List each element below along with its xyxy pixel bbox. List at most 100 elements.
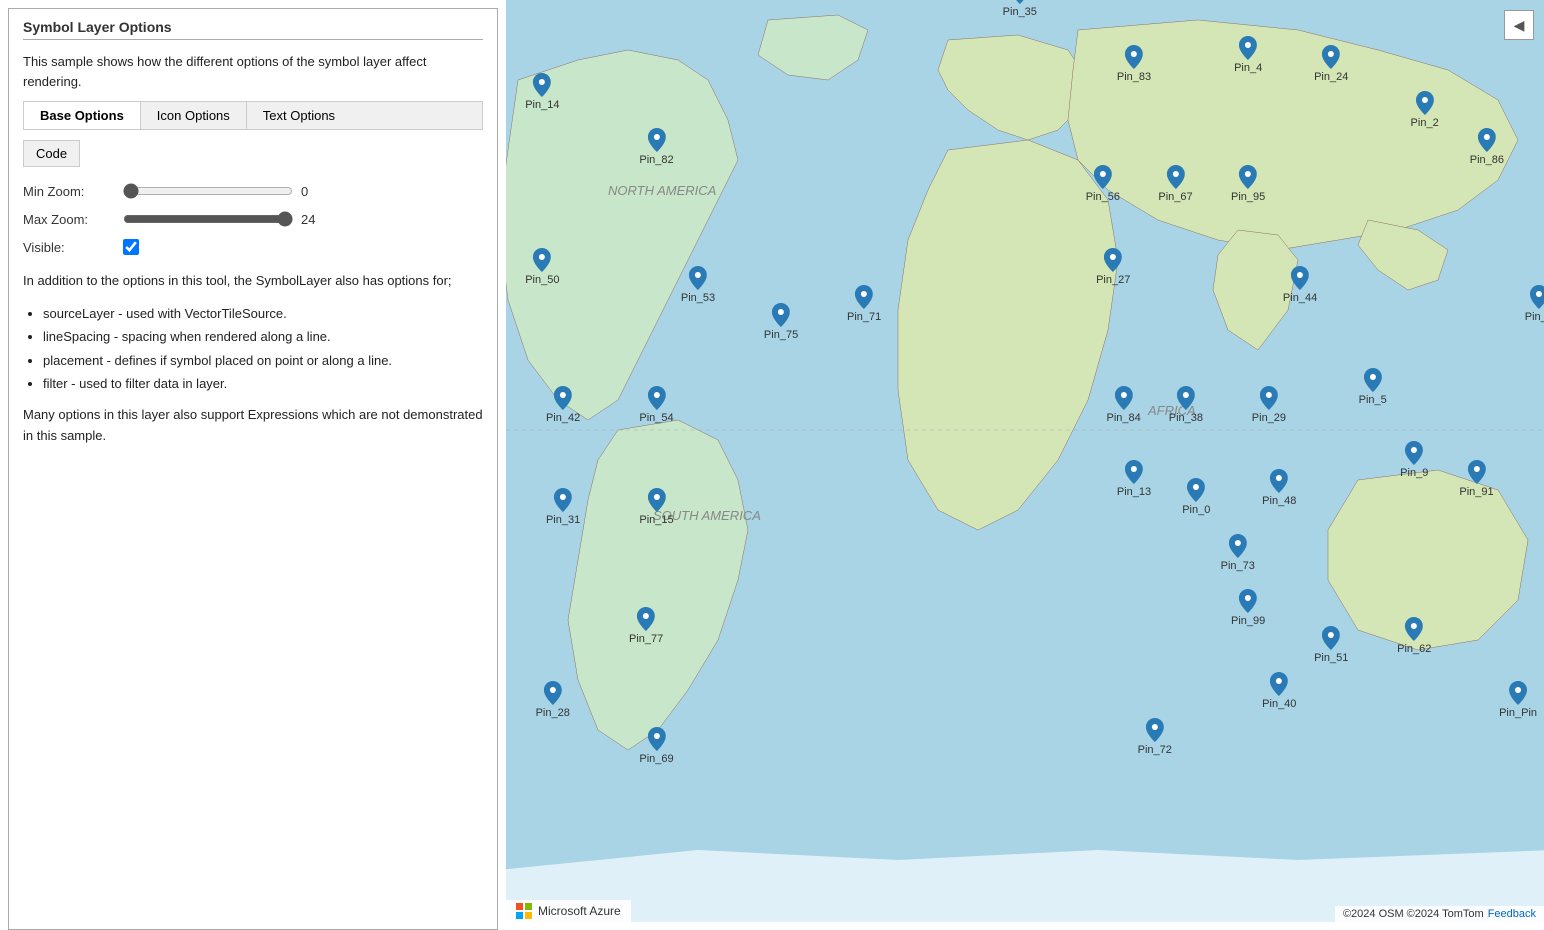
pin-icon: [1291, 266, 1309, 290]
pin-marker: Pin_67: [1158, 165, 1192, 203]
code-tab[interactable]: Code: [23, 140, 80, 167]
map-back-button[interactable]: ◀: [1504, 10, 1534, 40]
pin-label: Pin_15: [639, 514, 673, 526]
pin-marker: Pin_13: [1117, 460, 1151, 498]
info-list: sourceLayer - used with VectorTileSource…: [23, 302, 483, 396]
pin-icon: [1405, 441, 1423, 465]
azure-logo: Microsoft Azure: [506, 900, 631, 922]
pin-label: Pin_42: [546, 412, 580, 424]
pin-label: Pin_82: [639, 154, 673, 166]
pin-icon: [1405, 617, 1423, 641]
pin-label: Pin_67: [1158, 191, 1192, 203]
pin-label: Pin_56: [1086, 191, 1120, 203]
pin-marker: Pin_53: [681, 266, 715, 304]
pin-marker: Pin_75: [764, 303, 798, 341]
pin-label: Pin_0: [1182, 504, 1210, 516]
min-zoom-slider-container: 0: [123, 183, 325, 199]
pin-label: Pin_4: [1234, 62, 1262, 74]
max-zoom-value: 24: [301, 212, 325, 227]
pin-icon: [1478, 128, 1496, 152]
pin-icon: [637, 607, 655, 631]
pin-icon: [1509, 681, 1527, 705]
azure-squares-icon: [516, 903, 532, 919]
pin-marker: Pin_28: [536, 681, 570, 719]
tab-text-options[interactable]: Text Options: [247, 102, 351, 129]
pin-icon: [1270, 672, 1288, 696]
map-attribution: ©2024 OSM ©2024 TomTom Feedback: [1335, 906, 1544, 922]
controls-section: Min Zoom: 0 Max Zoom: 24 Visible:: [23, 177, 483, 261]
visible-row: Visible:: [23, 239, 483, 255]
pin-marker: Pin_84: [1106, 386, 1140, 424]
pin-icon: [1322, 45, 1340, 69]
pin-marker: Pin_24: [1314, 45, 1348, 83]
pin-label: Pin_53: [681, 292, 715, 304]
pin-marker: Pin_95: [1231, 165, 1265, 203]
feedback-link[interactable]: Feedback: [1488, 908, 1536, 920]
tab-icon-options[interactable]: Icon Options: [141, 102, 247, 129]
tab-base-options[interactable]: Base Options: [24, 102, 141, 129]
pin-label: Pin_71: [847, 311, 881, 323]
map-container[interactable]: NORTH AMERICA SOUTH AMERICA AFRICA Pin_3…: [506, 0, 1544, 922]
pin-label: Pin_50: [525, 274, 559, 286]
pin-label: Pin_75: [764, 329, 798, 341]
max-zoom-slider[interactable]: [123, 211, 293, 227]
pin-icon: [533, 248, 551, 272]
extra-text: Many options in this layer also support …: [23, 405, 483, 447]
pin-label: Pin_83: [1117, 71, 1151, 83]
pin-marker: Pin_31: [546, 488, 580, 526]
pin-icon: [1239, 36, 1257, 60]
pin-marker: Pin_29: [1252, 386, 1286, 424]
pin-icon: [1166, 165, 1184, 189]
pin-label: Pin_44: [1283, 292, 1317, 304]
pin-marker: Pin_71: [847, 285, 881, 323]
pin-icon: [647, 128, 665, 152]
pin-marker: Pin_27: [1096, 248, 1130, 286]
pin-icon: [772, 303, 790, 327]
pin-marker: Pin_51: [1314, 626, 1348, 664]
pin-marker: Pin_72: [1138, 718, 1172, 756]
min-zoom-slider[interactable]: [123, 183, 293, 199]
pin-icon: [1530, 285, 1544, 309]
pin-icon: [544, 681, 562, 705]
pin-icon: [647, 386, 665, 410]
pin-marker: Pin_73: [1221, 534, 1255, 572]
left-panel: Symbol Layer Options This sample shows h…: [8, 8, 498, 930]
pin-label: Pin_62: [1397, 643, 1431, 655]
pin-label: Pin_Pin: [1499, 707, 1537, 719]
pin-marker: Pin_38: [1169, 386, 1203, 424]
panel-title: Symbol Layer Options: [23, 19, 483, 40]
pin-label: Pin_27: [1096, 274, 1130, 286]
azure-label: Microsoft Azure: [538, 904, 621, 918]
pin-icon: [1177, 386, 1195, 410]
pin-icon: [1187, 478, 1205, 502]
pin-label: Pin_35: [1003, 6, 1037, 18]
pin-marker: Pin_82: [639, 128, 673, 166]
pin-label: Pin_28: [536, 707, 570, 719]
pin-label: Pin_13: [1117, 486, 1151, 498]
pin-marker: Pin_0: [1182, 478, 1210, 516]
pin-marker: Pin_86: [1470, 128, 1504, 166]
pin-marker: Pin_69: [639, 727, 673, 765]
pin-icon: [647, 727, 665, 751]
max-zoom-row: Max Zoom: 24: [23, 211, 483, 227]
pin-icon: [1011, 0, 1029, 4]
pin-icon: [1322, 626, 1340, 650]
list-item: placement - defines if symbol placed on …: [43, 349, 483, 372]
pin-label: Pin_86: [1470, 154, 1504, 166]
pin-marker: Pin_14: [525, 73, 559, 111]
pin-marker: Pin_40: [1262, 672, 1296, 710]
pin-label: Pin_29: [1252, 412, 1286, 424]
pin-marker: Pin_77: [629, 607, 663, 645]
pin-marker: Pin_5: [1359, 368, 1387, 406]
pin-icon: [855, 285, 873, 309]
pin-marker: Pin_4: [1234, 36, 1262, 74]
pin-label: Pin_14: [525, 99, 559, 111]
pin-marker: Pin_48: [1262, 469, 1296, 507]
min-zoom-value: 0: [301, 184, 325, 199]
pin-marker: Pin_35: [1003, 0, 1037, 18]
attribution-text: ©2024 OSM ©2024 TomTom: [1343, 908, 1484, 920]
pin-marker: Pin_50: [525, 248, 559, 286]
pin-label: Pin_2: [1411, 117, 1439, 129]
pin-label: Pin_9: [1400, 467, 1428, 479]
visible-checkbox[interactable]: [123, 239, 139, 255]
